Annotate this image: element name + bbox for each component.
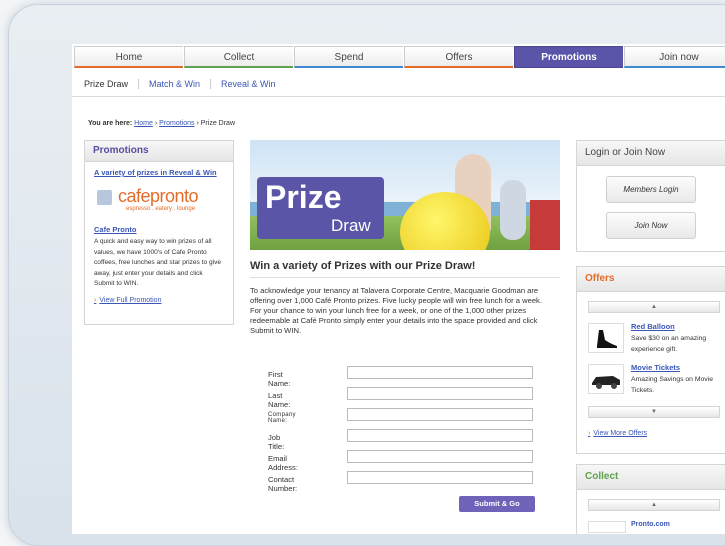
logo-wordmark: cafepronto [118, 186, 199, 206]
email-field[interactable] [347, 450, 533, 463]
offers-box: Offers ▲ Red Balloon Save $30 on an amaz… [576, 266, 725, 454]
login-heading: Login or Join Now [577, 141, 725, 166]
breadcrumb-prefix: You are here: [88, 120, 133, 127]
nav-tab-label: Promotions [541, 52, 597, 63]
prize-draw-badge: Prize Draw [257, 177, 384, 239]
web-page: Home Collect Spend Offers Promotions Joi… [72, 44, 725, 534]
page-title: Win a variety of Prizes with our Prize D… [250, 260, 476, 272]
breadcrumb-separator: › [196, 120, 199, 127]
breadcrumb-separator: › [154, 120, 158, 127]
offers-heading: Offers [577, 267, 725, 292]
contact-number-label: Contact Number: [268, 475, 298, 493]
nav-tab-label: Collect [223, 52, 255, 63]
email-label: Email Address: [268, 454, 298, 472]
offers-scroll-down[interactable]: ▼ [588, 406, 720, 418]
title-divider [250, 277, 560, 278]
collect-item-thumb [588, 521, 626, 533]
logo-tagline: espresso . eatery . lounge [126, 206, 196, 212]
login-box: Login or Join Now Members Login Join Now [576, 140, 725, 252]
banner-person [530, 200, 560, 250]
nav-tab-offers[interactable]: Offers [404, 46, 513, 68]
first-name-field[interactable] [347, 366, 533, 379]
promotions-box: Promotions A variety of prizes in Reveal… [84, 140, 234, 325]
view-more-offers-link[interactable]: › View More Offers [588, 430, 647, 437]
cafepronto-logo: cafepronto espresso . eatery . lounge [97, 186, 233, 219]
breadcrumb-home[interactable]: Home [134, 120, 153, 127]
arrow-up-icon: ▲ [651, 502, 657, 508]
collect-scroll-up[interactable]: ▲ [588, 499, 720, 511]
arrow-down-icon: ▼ [651, 409, 657, 415]
offer-title[interactable]: Movie Tickets [631, 363, 680, 372]
promotions-heading: Promotions [85, 141, 233, 162]
arrow-up-icon: ▲ [651, 304, 657, 310]
intro-paragraph-1: To acknowledge your tenancy at Talavera … [250, 286, 542, 305]
company-name-label: Company Name: [268, 412, 296, 424]
offer-title[interactable]: Red Balloon [631, 322, 675, 331]
cup-icon [97, 190, 112, 205]
nav-tab-home[interactable]: Home [74, 46, 183, 68]
submit-button[interactable]: Submit & Go [459, 496, 535, 512]
prize-draw-banner: Prize Draw [250, 140, 560, 250]
cafe-pronto-link[interactable]: Cafe Pronto [94, 225, 233, 234]
subnav-match-win[interactable]: Match & Win [139, 79, 212, 89]
arrow-right-icon: › [588, 430, 591, 437]
view-full-promotion-label: View Full Promotion [99, 296, 162, 304]
offer-description: Amazing Savings on Movie Tickets. [631, 376, 713, 394]
intro-paragraph-2: For your chance to win your lunch free f… [250, 306, 538, 335]
nav-tab-promotions[interactable]: Promotions [514, 46, 623, 68]
first-name-label: First Name: [268, 370, 291, 388]
subnav-reveal-win[interactable]: Reveal & Win [211, 79, 286, 89]
offers-scroll-up[interactable]: ▲ [588, 301, 720, 313]
join-now-button[interactable]: Join Now [606, 212, 696, 239]
nav-tab-label: Offers [445, 52, 473, 63]
badge-title: Prize [265, 179, 342, 215]
last-name-label: Last Name: [268, 391, 291, 409]
nav-tab-join-now[interactable]: Join now [624, 46, 725, 68]
company-name-field[interactable] [347, 408, 533, 421]
intro-text: To acknowledge your tenancy at Talavera … [250, 286, 562, 336]
nav-tab-label: Join now [659, 52, 699, 63]
main-nav: Home Collect Spend Offers Promotions Joi… [74, 46, 725, 70]
collect-heading: Collect [577, 465, 725, 490]
breadcrumb: You are here: Home › Promotions › Prize … [88, 120, 235, 127]
collect-box: Collect ▲ Pronto.com [576, 464, 725, 534]
car-icon [588, 364, 624, 394]
breadcrumb-current: Prize Draw [200, 120, 235, 127]
view-full-promotion-link[interactable]: › View Full Promotion [94, 297, 233, 304]
last-name-field[interactable] [347, 387, 533, 400]
subnav-prize-draw[interactable]: Prize Draw [72, 79, 140, 89]
reveal-win-link[interactable]: A variety of prizes in Reveal & Win [94, 168, 233, 177]
job-title-label: Job Title: [268, 433, 285, 451]
collect-item-title[interactable]: Pronto.com [631, 521, 670, 528]
members-login-button[interactable]: Members Login [606, 176, 696, 203]
job-title-field[interactable] [347, 429, 533, 442]
nav-tab-collect[interactable]: Collect [184, 46, 293, 68]
high-heel-icon [588, 323, 624, 353]
offer-description: Save $30 on an amazing experience gift. [631, 335, 707, 353]
badge-subtitle: Draw [331, 216, 371, 235]
view-more-offers-label: View More Offers [593, 430, 648, 437]
arrow-right-icon: › [94, 296, 97, 304]
nav-tab-label: Home [115, 52, 143, 63]
contact-number-field[interactable] [347, 471, 533, 484]
nav-tab-label: Spend [334, 52, 364, 63]
nav-tab-spend[interactable]: Spend [294, 46, 403, 68]
breadcrumb-promotions[interactable]: Promotions [159, 120, 194, 127]
banner-child-2 [500, 180, 526, 240]
sub-nav: Prize Draw Match & Win Reveal & Win [72, 72, 725, 97]
promotion-description: A quick and easy way to win prizes of al… [94, 238, 222, 287]
